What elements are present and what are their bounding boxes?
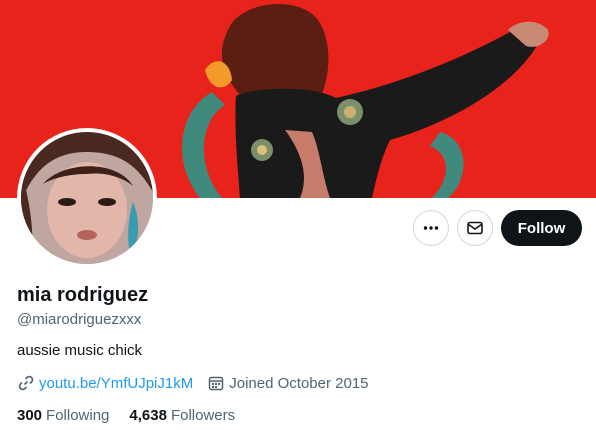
profile-header: Follow mia rodriguez @miarodriguezxxx au…: [0, 0, 596, 430]
website-item: youtu.be/YmfUJpiJ1kM: [17, 374, 193, 392]
profile-bio: aussie music chick: [17, 342, 143, 359]
following-count: 300: [17, 407, 43, 424]
following-stat[interactable]: 300 Following: [17, 407, 109, 424]
more-options-button[interactable]: [413, 210, 449, 246]
followers-stat[interactable]: 4,638 Followers: [129, 407, 235, 424]
followers-label: Followers: [170, 407, 236, 424]
joined-date: Joined October 2015: [229, 374, 369, 392]
profile-avatar[interactable]: [17, 128, 157, 268]
followers-count: 4,638: [129, 407, 167, 424]
envelope-icon: [467, 221, 483, 235]
profile-meta: youtu.be/YmfUJpiJ1kM Joined October 2015: [17, 374, 369, 392]
avatar-photo: [21, 132, 153, 264]
following-label: Following: [46, 407, 110, 424]
message-button[interactable]: [457, 210, 493, 246]
display-name: mia rodriguez: [17, 284, 149, 306]
website-link[interactable]: youtu.be/YmfUJpiJ1kM: [39, 375, 193, 392]
follow-button[interactable]: Follow: [501, 210, 582, 246]
user-handle: @miarodriguezxxx: [17, 311, 142, 328]
profile-stats: 300 Following 4,638 Followers: [17, 407, 235, 424]
more-horizontal-icon: [423, 226, 439, 230]
joined-item: Joined October 2015: [207, 374, 369, 392]
calendar-icon: [208, 376, 224, 391]
link-icon: [18, 375, 34, 391]
